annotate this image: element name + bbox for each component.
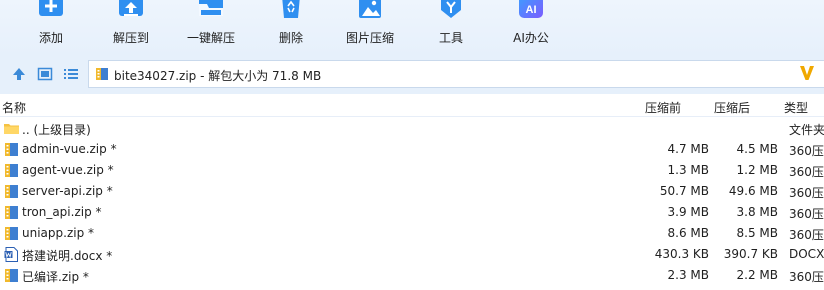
zip-archive-icon bbox=[96, 68, 108, 80]
address-bar: bite34027.zip - 解包大小为 71.8 MB bbox=[0, 56, 824, 94]
image-compress-icon bbox=[359, 0, 381, 18]
toolbar: 添加 解压到 一键解压 删除 图片压缩 工具 AI AI办公 bbox=[0, 0, 824, 56]
file-list: .. (上级目录) 文件夹 admin-vue.zip * 4.7 MB 4.5… bbox=[0, 118, 824, 286]
delete-label: 删除 bbox=[278, 31, 303, 45]
folder-up-icon bbox=[4, 124, 19, 134]
list-view-icon[interactable] bbox=[63, 66, 79, 82]
file-type: 360压缩 bbox=[789, 144, 824, 158]
file-compressed-size: 1.2 MB bbox=[736, 163, 778, 177]
zip-file-icon bbox=[5, 143, 18, 156]
list-item[interactable]: server-api.zip * 50.7 MB 49.6 MB 360压缩 bbox=[0, 181, 824, 202]
file-compressed-size: 4.5 MB bbox=[736, 142, 778, 156]
file-compressed-size: 49.6 MB bbox=[728, 184, 778, 198]
file-size: 50.7 MB bbox=[659, 184, 709, 198]
file-size: 2.3 MB bbox=[667, 268, 709, 282]
one-click-extract-icon bbox=[199, 0, 223, 16]
file-type: 360压缩 bbox=[789, 165, 824, 179]
one-click-extract-button[interactable]: 一键解压 bbox=[171, 0, 251, 56]
file-type: 文件夹 bbox=[789, 123, 824, 137]
zip-file-icon bbox=[5, 185, 18, 198]
file-name: agent-vue.zip * bbox=[22, 163, 114, 177]
v-dropdown-icon[interactable] bbox=[798, 64, 816, 82]
column-header-name[interactable]: 名称 bbox=[2, 99, 26, 116]
zip-file-icon bbox=[5, 269, 18, 282]
image-compress-label: 图片压缩 bbox=[345, 31, 394, 45]
svg-text:AI: AI bbox=[526, 4, 537, 16]
file-size: 1.3 MB bbox=[667, 163, 709, 177]
extract-to-label: 解压到 bbox=[112, 31, 149, 45]
file-name: uniapp.zip * bbox=[22, 226, 95, 240]
file-name: 搭建说明.docx * bbox=[22, 249, 113, 263]
add-label: 添加 bbox=[38, 31, 63, 45]
up-arrow-icon[interactable] bbox=[11, 66, 27, 82]
list-item[interactable]: 搭建说明.docx * 430.3 KB 390.7 KB DOCX bbox=[0, 244, 824, 265]
column-header-size[interactable]: 压缩前 bbox=[645, 99, 681, 116]
file-name: tron_api.zip * bbox=[22, 205, 102, 219]
extract-to-icon bbox=[119, 0, 143, 16]
column-header-type[interactable]: 类型 bbox=[784, 99, 808, 116]
file-type: 360压缩 bbox=[789, 207, 824, 221]
path-box[interactable]: bite34027.zip - 解包大小为 71.8 MB bbox=[88, 60, 824, 88]
file-size: 430.3 KB bbox=[654, 247, 709, 261]
list-header: 名称 压缩前 压缩后 类型 bbox=[0, 96, 824, 117]
ai-office-label: AI办公 bbox=[513, 31, 549, 45]
image-compress-button[interactable]: 图片压缩 bbox=[330, 0, 410, 56]
thumbnail-view-icon[interactable] bbox=[37, 66, 53, 82]
file-type: DOCX bbox=[789, 247, 824, 261]
file-type: 360压缩 bbox=[789, 186, 824, 200]
list-item-parent-folder[interactable]: .. (上级目录) 文件夹 bbox=[0, 118, 824, 139]
archive-path: bite34027.zip - 解包大小为 71.8 MB bbox=[114, 69, 322, 83]
tools-button[interactable]: 工具 bbox=[411, 0, 491, 56]
file-compressed-size: 390.7 KB bbox=[723, 247, 778, 261]
file-name: .. (上级目录) bbox=[22, 123, 91, 137]
list-item[interactable]: uniapp.zip * 8.6 MB 8.5 MB 360压缩 bbox=[0, 223, 824, 244]
tools-label: 工具 bbox=[438, 31, 463, 45]
recycle-bin-icon bbox=[282, 0, 300, 18]
zip-file-icon bbox=[5, 206, 18, 219]
file-name: admin-vue.zip * bbox=[22, 142, 117, 156]
ai-office-icon: AI bbox=[519, 0, 543, 18]
file-size: 3.9 MB bbox=[667, 205, 709, 219]
list-item[interactable]: admin-vue.zip * 4.7 MB 4.5 MB 360压缩 bbox=[0, 139, 824, 160]
list-item[interactable]: agent-vue.zip * 1.3 MB 1.2 MB 360压缩 bbox=[0, 160, 824, 181]
file-size: 8.6 MB bbox=[667, 226, 709, 240]
word-document-icon bbox=[4, 247, 18, 262]
file-name: server-api.zip * bbox=[22, 184, 113, 198]
file-compressed-size: 3.8 MB bbox=[736, 205, 778, 219]
file-name: 已编译.zip * bbox=[22, 270, 89, 284]
zip-file-icon bbox=[5, 164, 18, 177]
ai-office-button[interactable]: AI AI办公 bbox=[491, 0, 571, 56]
list-item[interactable]: tron_api.zip * 3.9 MB 3.8 MB 360压缩 bbox=[0, 202, 824, 223]
extract-to-button[interactable]: 解压到 bbox=[91, 0, 171, 56]
add-icon bbox=[39, 0, 63, 16]
column-header-compressed[interactable]: 压缩后 bbox=[714, 99, 750, 116]
tools-icon bbox=[441, 0, 461, 18]
file-size: 4.7 MB bbox=[667, 142, 709, 156]
file-type: 360压缩 bbox=[789, 228, 824, 242]
file-type: 360压缩 bbox=[789, 270, 824, 284]
add-button[interactable]: 添加 bbox=[11, 0, 91, 56]
file-compressed-size: 8.5 MB bbox=[736, 226, 778, 240]
one-click-extract-label: 一键解压 bbox=[186, 31, 235, 45]
file-compressed-size: 2.2 MB bbox=[736, 268, 778, 282]
zip-file-icon bbox=[5, 227, 18, 240]
list-item[interactable]: 已编译.zip * 2.3 MB 2.2 MB 360压缩 bbox=[0, 265, 824, 286]
delete-button[interactable]: 删除 bbox=[251, 0, 331, 56]
